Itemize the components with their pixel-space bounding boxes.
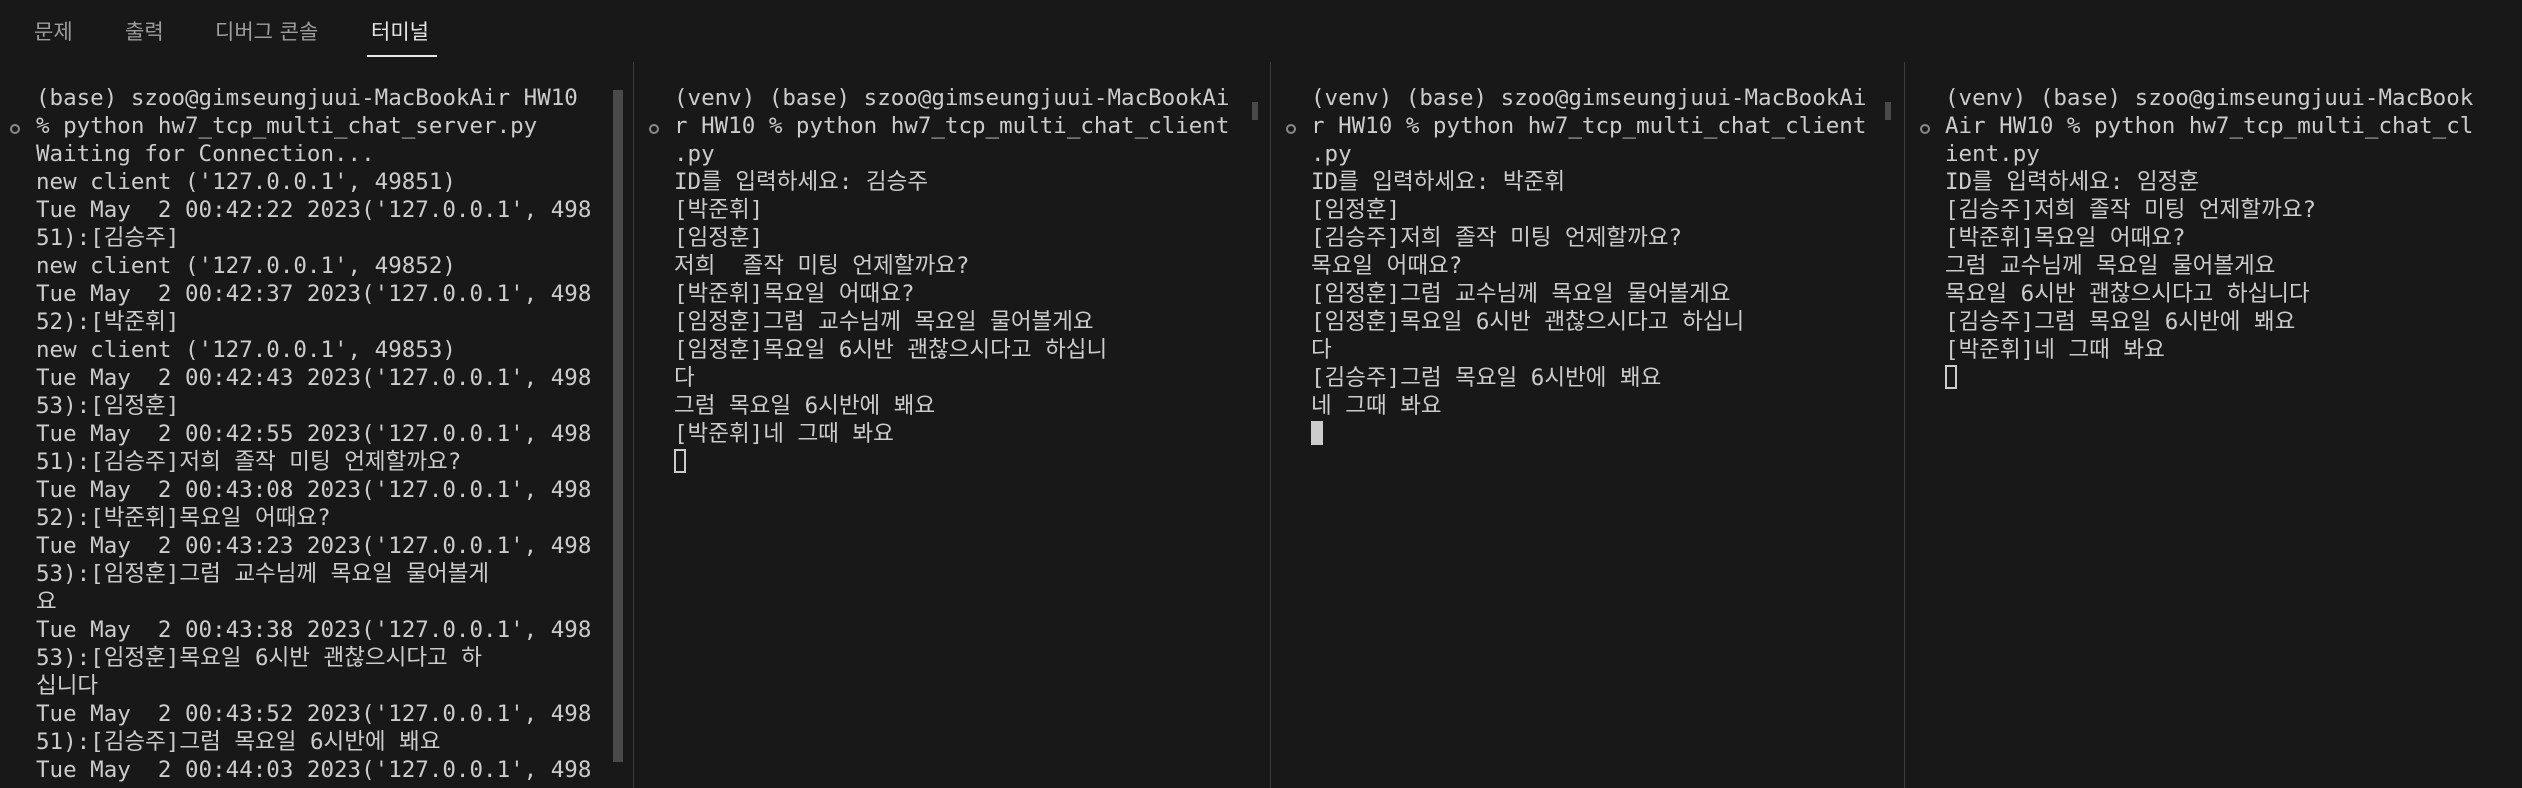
terminal-line: Tue May 2 00:43:52 2023('127.0.0.1', 498 bbox=[36, 701, 592, 727]
terminal-line: 그럼 교수님께 목요일 물어볼게요 bbox=[1945, 253, 2276, 279]
terminal-output: (venv) (base) szoo@gimseungjuui-MacBookA… bbox=[1945, 84, 2473, 392]
terminal-line: Tue May 2 00:42:55 2023('127.0.0.1', 498 bbox=[36, 421, 592, 447]
terminal-output: (venv) (base) szoo@gimseungjuui-MacBookA… bbox=[674, 84, 1229, 476]
command-decoration-icon[interactable] bbox=[10, 124, 20, 134]
terminal-line: Tue May 2 00:42:43 2023('127.0.0.1', 498 bbox=[36, 365, 592, 391]
terminal-pane-client-2[interactable]: (venv) (base) szoo@gimseungjuui-MacBookA… bbox=[1271, 62, 1904, 788]
terminal-line: [박준휘]목요일 어때요? bbox=[1945, 225, 2186, 251]
terminal-line: 52):[박준휘] bbox=[36, 309, 180, 335]
terminal-line: ient.py bbox=[1945, 141, 2040, 167]
terminal-pane-client-3[interactable]: (venv) (base) szoo@gimseungjuui-MacBook A… bbox=[1905, 62, 2522, 788]
terminal-line: r HW10 % python hw7_tcp_multi_chat_clien… bbox=[1311, 113, 1867, 139]
terminal-line: new client ('127.0.0.1', 49851) bbox=[36, 169, 456, 195]
terminal-line: [임정훈]그럼 교수님께 목요일 물어볼게요 bbox=[1311, 281, 1731, 307]
terminal-line: [박준휘]네 그때 봐요 bbox=[674, 421, 894, 447]
terminal-line: [김승주]저희 졸작 미팅 언제할까요? bbox=[1945, 197, 2317, 223]
terminal-line: Air HW10 % python hw7_tcp_multi_chat_cl bbox=[1945, 113, 2474, 139]
terminal-line: [임정훈] bbox=[674, 225, 764, 251]
terminal-line: new client ('127.0.0.1', 49852) bbox=[36, 253, 456, 279]
terminal-pane-server[interactable]: (base) szoo@gimseungjuui-MacBookAir HW10… bbox=[0, 62, 633, 788]
terminal-line: [김승주]저희 졸작 미팅 언제할까요? bbox=[1311, 225, 1683, 251]
terminal-prompt-line bbox=[674, 448, 1229, 476]
terminal-line: new client ('127.0.0.1', 49853) bbox=[36, 337, 456, 363]
terminal-line: Waiting for Connection... bbox=[36, 141, 375, 167]
terminal-line: 53):[임정훈]그럼 교수님께 목요일 물어볼게 bbox=[36, 561, 490, 587]
terminal-line: 네 그때 봐요 bbox=[1311, 393, 1442, 419]
terminal-line: [박준휘]목요일 어때요? bbox=[674, 281, 915, 307]
terminal-line: 53):[임정훈] bbox=[36, 393, 180, 419]
terminal-line: .py bbox=[1311, 141, 1352, 167]
tab-terminal[interactable]: 터미널 bbox=[371, 16, 429, 46]
terminal-cursor bbox=[1311, 421, 1323, 445]
terminal-prompt-line bbox=[1311, 420, 1866, 448]
terminal-line: [김승주]그럼 목요일 6시반에 봬요 bbox=[1311, 365, 1662, 391]
terminal-line: 그럼 목요일 6시반에 봬요 bbox=[674, 393, 936, 419]
terminal-line: % python hw7_tcp_multi_chat_server.py bbox=[36, 113, 538, 139]
terminal-line: [박준휘] bbox=[674, 197, 764, 223]
scrollbar-thumb[interactable] bbox=[1885, 102, 1891, 120]
terminal-line: 요 bbox=[36, 589, 57, 615]
terminal-output: (base) szoo@gimseungjuui-MacBookAir HW10… bbox=[36, 84, 591, 784]
terminal-line: [박준휘]네 그때 봐요 bbox=[1945, 337, 2165, 363]
scrollbar-thumb[interactable] bbox=[613, 90, 623, 762]
active-tab-indicator bbox=[367, 55, 437, 57]
terminal-line: Tue May 2 00:43:08 2023('127.0.0.1', 498 bbox=[36, 477, 592, 503]
terminal-line: Tue May 2 00:43:38 2023('127.0.0.1', 498 bbox=[36, 617, 592, 643]
terminal-line: 53):[임정훈]목요일 6시반 괜찮으시다고 하 bbox=[36, 645, 482, 671]
terminal-line: (venv) (base) szoo@gimseungjuui-MacBook bbox=[1945, 85, 2474, 111]
terminal-line: (base) szoo@gimseungjuui-MacBookAir HW10 bbox=[36, 85, 578, 111]
terminal-line: (venv) (base) szoo@gimseungjuui-MacBookA… bbox=[674, 85, 1230, 111]
terminal-line: [임정훈] bbox=[1311, 197, 1401, 223]
terminal-line: [임정훈]그럼 교수님께 목요일 물어볼게요 bbox=[674, 309, 1094, 335]
terminal-line: 저희 졸작 미팅 언제할까요? bbox=[674, 253, 970, 279]
terminal-line: 51):[김승주] bbox=[36, 225, 180, 251]
terminal-line: 목요일 6시반 괜찮으시다고 하십니다 bbox=[1945, 281, 2310, 307]
terminal-line: 51):[김승주]그럼 목요일 6시반에 봬요 bbox=[36, 729, 441, 755]
terminal-line: Tue May 2 00:43:23 2023('127.0.0.1', 498 bbox=[36, 533, 592, 559]
command-decoration-icon[interactable] bbox=[1920, 124, 1930, 134]
terminal-line: Tue May 2 00:42:37 2023('127.0.0.1', 498 bbox=[36, 281, 592, 307]
terminal-line: ID를 입력하세요: 김승주 bbox=[674, 169, 929, 195]
terminal-line: [김승주]그럼 목요일 6시반에 봬요 bbox=[1945, 309, 2296, 335]
command-decoration-icon[interactable] bbox=[1286, 124, 1296, 134]
terminal-line: 51):[김승주]저희 졸작 미팅 언제할까요? bbox=[36, 449, 462, 475]
terminal-line: 목요일 어때요? bbox=[1311, 253, 1463, 279]
terminal-line: .py bbox=[674, 141, 715, 167]
terminal-line: 십니다 bbox=[36, 673, 99, 699]
terminal-output: (venv) (base) szoo@gimseungjuui-MacBookA… bbox=[1311, 84, 1866, 448]
terminal-line: 다 bbox=[1311, 337, 1332, 363]
terminal-line: ID를 입력하세요: 박준휘 bbox=[1311, 169, 1566, 195]
terminal-cursor bbox=[1945, 365, 1957, 389]
tab-output[interactable]: 출력 bbox=[125, 16, 164, 46]
command-decoration-icon[interactable] bbox=[649, 124, 659, 134]
terminal-prompt-line bbox=[1945, 364, 2473, 392]
terminal-line: 52):[박준휘]목요일 어때요? bbox=[36, 505, 331, 531]
terminal-pane-client-1[interactable]: (venv) (base) szoo@gimseungjuui-MacBookA… bbox=[634, 62, 1270, 788]
terminal-line: ID를 입력하세요: 임정훈 bbox=[1945, 169, 2200, 195]
terminal-line: (venv) (base) szoo@gimseungjuui-MacBookA… bbox=[1311, 85, 1867, 111]
tab-problems[interactable]: 문제 bbox=[34, 16, 73, 46]
tab-debug-console[interactable]: 디버그 콘솔 bbox=[215, 16, 318, 46]
scrollbar-thumb[interactable] bbox=[1252, 102, 1258, 120]
terminal-cursor bbox=[674, 449, 686, 473]
terminal-line: 다 bbox=[674, 365, 695, 391]
terminal-line: [임정훈]목요일 6시반 괜찮으시다고 하십니 bbox=[674, 337, 1108, 363]
terminal-line: Tue May 2 00:42:22 2023('127.0.0.1', 498 bbox=[36, 197, 592, 223]
terminal-line: [임정훈]목요일 6시반 괜찮으시다고 하십니 bbox=[1311, 309, 1745, 335]
terminal-line: Tue May 2 00:44:03 2023('127.0.0.1', 498 bbox=[36, 757, 592, 783]
terminal-line: r HW10 % python hw7_tcp_multi_chat_clien… bbox=[674, 113, 1230, 139]
panel-tab-bar: 문제 출력 디버그 콘솔 터미널 bbox=[0, 0, 2522, 62]
